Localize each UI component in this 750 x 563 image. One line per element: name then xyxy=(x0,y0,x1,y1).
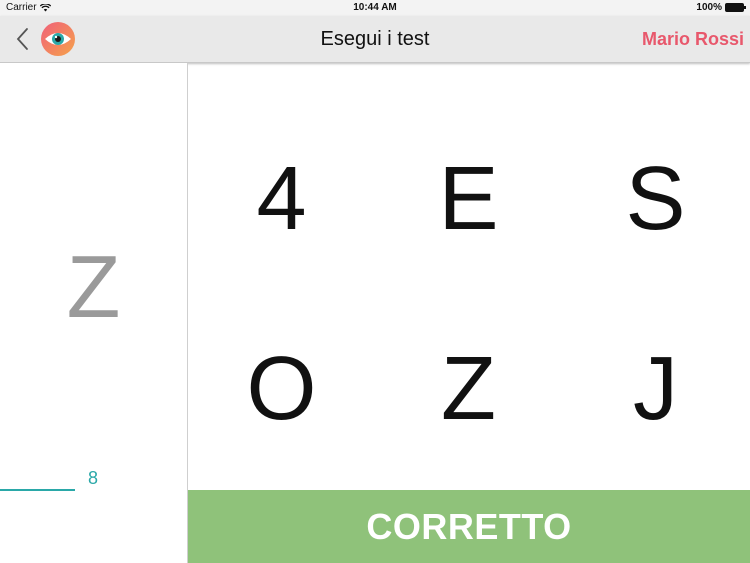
choice-button[interactable]: S xyxy=(562,139,749,259)
feedback-banner: CORRETTO xyxy=(188,490,750,563)
battery-percent: 100% xyxy=(696,2,722,13)
target-letter: Z xyxy=(66,237,121,336)
status-bar: Carrier 10:44 AM 100% xyxy=(0,0,750,16)
choice-button[interactable]: J xyxy=(562,329,749,449)
navigation-bar: Esegui i test Mario Rossi xyxy=(0,16,750,63)
page-title: Esegui i test xyxy=(320,28,430,50)
choice-grid: 4 E S O Z J xyxy=(188,63,750,489)
choice-button[interactable]: O xyxy=(188,329,375,449)
progress-count: 8 xyxy=(88,468,99,488)
user-name[interactable]: Mario Rossi xyxy=(642,29,744,50)
battery-status: 100% xyxy=(696,2,746,13)
choice-button[interactable]: E xyxy=(375,139,562,259)
battery-icon xyxy=(725,3,746,12)
target-panel: Z 8 xyxy=(0,63,188,563)
choice-button[interactable]: 4 xyxy=(188,139,375,259)
progress-line xyxy=(0,489,75,491)
status-time: 10:44 AM xyxy=(353,2,397,13)
choice-button[interactable]: Z xyxy=(375,329,562,449)
